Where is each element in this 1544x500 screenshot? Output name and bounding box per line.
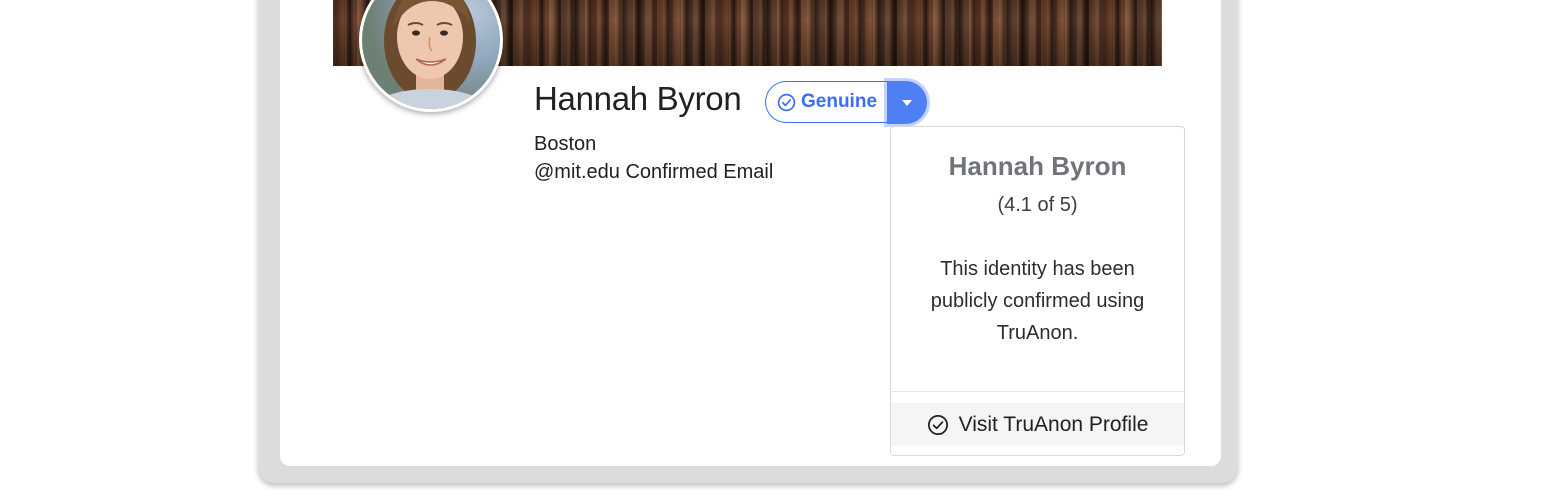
- popover-description: This identity has been publicly confirme…: [930, 258, 1145, 344]
- identity-popover: Hannah Byron (4.1 of 5) This identity ha…: [890, 126, 1185, 456]
- popover-divider: [891, 391, 1184, 392]
- check-circle-icon: [777, 93, 796, 111]
- popover-name: Hannah Byron: [948, 151, 1127, 181]
- profile-email-confirmation: @mit.edu Confirmed Email: [534, 161, 774, 183]
- avatar-portrait-icon: [370, 0, 490, 109]
- visit-truanon-profile-label: Visit TruAnon Profile: [958, 412, 1149, 436]
- profile-location: Boston: [534, 133, 597, 155]
- badge-dropdown-toggle[interactable]: [887, 81, 928, 124]
- visit-truanon-profile-link[interactable]: Visit TruAnon Profile: [891, 403, 1184, 446]
- genuine-badge-label: Genuine: [801, 91, 878, 112]
- profile-name: Hannah Byron: [534, 80, 742, 117]
- popover-rating: (4.1 of 5): [997, 194, 1078, 216]
- genuine-badge-button[interactable]: Genuine: [765, 81, 888, 123]
- genuine-badge[interactable]: Genuine: [765, 81, 928, 124]
- stage: Hannah Byron Genuine Boston @mit.edu Con…: [0, 0, 1544, 500]
- caret-down-icon: [902, 99, 913, 106]
- check-circle-icon: [927, 414, 948, 435]
